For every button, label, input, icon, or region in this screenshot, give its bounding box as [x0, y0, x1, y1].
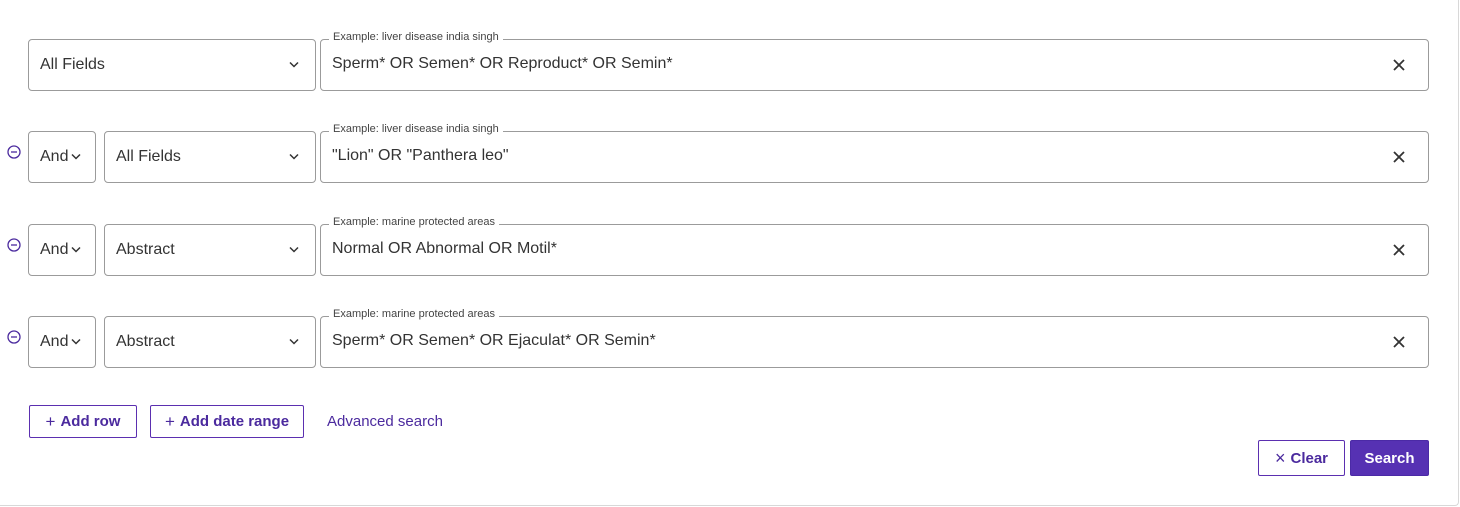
minus-circle-icon[interactable] [7, 238, 21, 252]
advanced-search-link[interactable]: Advanced search [327, 413, 443, 430]
add-date-range-label: Add date range [179, 413, 290, 430]
query-row-1: All Fields Example: liver disease india … [0, 31, 1460, 91]
close-icon[interactable] [1392, 150, 1406, 164]
boolean-operator-select[interactable]: And [28, 224, 96, 276]
chevron-down-icon [289, 61, 299, 68]
field-select-value: All Fields [116, 148, 181, 165]
search-term-field: Example: liver disease india singh [320, 123, 1429, 183]
field-example-label: Example: liver disease india singh [329, 31, 503, 43]
close-icon[interactable] [1392, 243, 1406, 257]
add-row-button[interactable]: + Add row [29, 405, 137, 438]
field-select[interactable]: All Fields [28, 39, 316, 91]
field-select-value: Abstract [116, 333, 175, 350]
minus-circle-icon[interactable] [7, 330, 21, 344]
chevron-down-icon [289, 246, 299, 253]
operator-value: And [40, 148, 69, 165]
boolean-operator-select[interactable]: And [28, 131, 96, 183]
search-button[interactable]: Search [1350, 440, 1429, 476]
search-term-field: Example: marine protected areas [320, 308, 1429, 368]
search-term-field: Example: liver disease india singh [320, 31, 1429, 91]
query-row-4: And Abstract Example: marine protected a… [0, 308, 1460, 368]
clear-label: Clear [1290, 449, 1329, 467]
field-example-label: Example: marine protected areas [329, 216, 500, 228]
query-row-3: And Abstract Example: marine protected a… [0, 216, 1460, 276]
clear-button[interactable]: × Clear [1258, 440, 1345, 476]
minus-circle-icon[interactable] [7, 145, 21, 159]
field-example-label: Example: marine protected areas [329, 308, 500, 320]
field-select-value: All Fields [40, 56, 105, 73]
operator-value: And [40, 333, 69, 350]
chevron-down-icon [71, 246, 81, 253]
boolean-operator-select[interactable]: And [28, 316, 96, 368]
field-select[interactable]: Abstract [104, 224, 316, 276]
field-select[interactable]: Abstract [104, 316, 316, 368]
query-row-2: And All Fields Example: liver disease in… [0, 123, 1460, 183]
search-term-field: Example: marine protected areas [320, 216, 1429, 276]
close-icon: × [1274, 448, 1286, 468]
close-icon[interactable] [1392, 335, 1406, 349]
operator-value: And [40, 241, 69, 258]
plus-icon: + [45, 412, 56, 431]
search-term-input[interactable] [332, 330, 1362, 352]
field-example-label: Example: liver disease india singh [329, 123, 503, 135]
chevron-down-icon [289, 338, 299, 345]
search-term-input[interactable] [332, 238, 1362, 260]
chevron-down-icon [71, 338, 81, 345]
plus-icon: + [164, 412, 175, 431]
search-term-input[interactable] [332, 145, 1362, 167]
search-term-input[interactable] [332, 53, 1362, 75]
close-icon[interactable] [1392, 58, 1406, 72]
field-select-value: Abstract [116, 241, 175, 258]
add-row-label: Add row [60, 413, 121, 430]
add-date-range-button[interactable]: + Add date range [150, 405, 304, 438]
chevron-down-icon [289, 153, 299, 160]
search-form-panel: All Fields Example: liver disease india … [0, 0, 1459, 506]
chevron-down-icon [71, 153, 81, 160]
field-select[interactable]: All Fields [104, 131, 316, 183]
